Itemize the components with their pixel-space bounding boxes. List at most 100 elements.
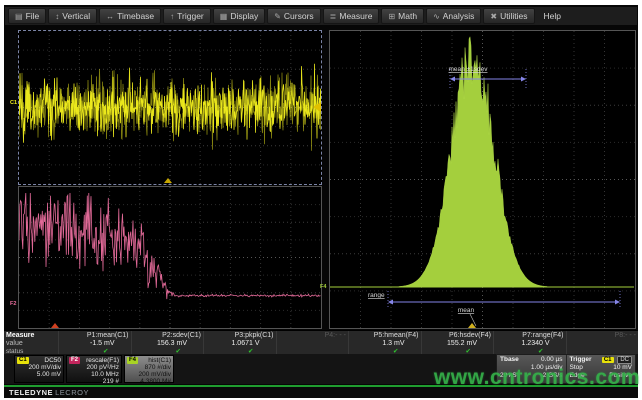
annotation-sdev-label: mean ±1sdev xyxy=(449,66,489,73)
menu-item-label: Trigger xyxy=(177,11,204,21)
grid-c1-waveform[interactable] xyxy=(18,30,322,185)
measure-column-p8[interactable]: P8:- - - xyxy=(566,331,639,355)
menu-item-measure[interactable]: ≣Measure xyxy=(323,8,380,24)
measure-header: P5:hmean(F4) xyxy=(351,332,419,340)
trigger-coupling-chip: DC xyxy=(617,356,632,364)
f4-channel-label: F4 xyxy=(320,284,326,290)
menu-item-label: Timebase xyxy=(117,11,154,21)
f2-psd-trace xyxy=(19,187,321,328)
annotation-mean-label: mean xyxy=(458,307,475,314)
descriptor-line: 200 pV²/Hz xyxy=(69,364,119,371)
menu-item-label: Measure xyxy=(339,11,372,21)
menu-item-cursors[interactable]: ✎Cursors xyxy=(267,8,320,24)
measure-column-p4[interactable]: P4:- - - xyxy=(276,331,349,355)
analysis-icon: ∿ xyxy=(433,12,440,21)
grid-f4-histogram[interactable]: mean ±1sdev range mean xyxy=(329,30,636,329)
file-icon: ▤ xyxy=(15,12,23,21)
cursors-icon: ✎ xyxy=(274,12,281,21)
measure-value: 156.3 mV xyxy=(134,340,202,348)
menu-bar: ▤File↕Vertical↔Timebase↑Trigger▦Display✎… xyxy=(5,7,637,25)
measure-value: 1.3 mV xyxy=(351,340,419,348)
measure-column-p3[interactable]: P3:pkpk(C1)1.0671 V✔ xyxy=(203,331,276,355)
measure-header: P2:sdev(C1) xyxy=(134,332,202,340)
descriptor-tag: F4 xyxy=(127,357,138,364)
menu-item-trigger[interactable]: ↑Trigger xyxy=(163,8,211,24)
descriptor-tag: C1 xyxy=(17,357,29,364)
trigger-source-chip: C1 xyxy=(602,357,614,363)
trigger-icon: ↑ xyxy=(170,12,174,21)
brand-lecroy: LECROY xyxy=(55,388,89,397)
measure-header: P4:- - - xyxy=(279,332,347,340)
measure-value: -1.5 mV xyxy=(61,340,129,348)
measure-header: P3:pkpk(C1) xyxy=(206,332,274,340)
measure-value xyxy=(279,340,347,348)
descriptor-title: DC50 xyxy=(44,357,61,364)
f4-histogram-trace: mean ±1sdev range mean xyxy=(330,31,635,328)
descriptor-title: hist(C1) xyxy=(148,357,171,364)
measure-header: P1:mean(C1) xyxy=(61,332,129,340)
menu-item-display[interactable]: ▦Display xyxy=(213,8,265,24)
measure-table: MeasurevaluestatusP1:mean(C1)-1.5 mV✔P2:… xyxy=(4,330,638,355)
trigger-label: Trigger xyxy=(570,356,592,364)
f2-position-marker[interactable] xyxy=(51,323,59,328)
menu-item-analysis[interactable]: ∿Analysis xyxy=(426,8,481,24)
measure-value: 1.0671 V xyxy=(206,340,274,348)
descriptor-f2[interactable]: F2 rescale(F1)200 pV²/Hz10.0 MHz219 # xyxy=(66,355,122,383)
menu-item-timebase[interactable]: ↔Timebase xyxy=(99,8,161,24)
menu-item-label: File xyxy=(26,11,40,21)
measure-value xyxy=(569,340,637,348)
menu-item-math[interactable]: ⊞Math xyxy=(381,8,424,24)
math-icon: ⊞ xyxy=(388,12,395,21)
menu-item-vertical[interactable]: ↕Vertical xyxy=(48,8,97,24)
measure-value: 155.2 mV xyxy=(424,340,492,348)
menu-item-help[interactable]: Help xyxy=(537,8,568,24)
descriptor-c1[interactable]: C1 DC50200 mV/div5.00 mV xyxy=(14,355,64,383)
descriptor-line: 870 #/div xyxy=(127,364,171,371)
menu-item-label: Display xyxy=(230,11,258,21)
menu-item-label: Math xyxy=(398,11,417,21)
histogram-mean-marker[interactable] xyxy=(468,323,476,328)
measure-row-labels: Measurevaluestatus xyxy=(4,331,58,355)
annotation-range-label: range xyxy=(368,292,385,299)
brand-teledyne: TELEDYNE xyxy=(9,388,53,397)
display-icon: ▦ xyxy=(220,12,228,21)
menu-item-label: Vertical xyxy=(62,11,90,21)
vertical-icon: ↕ xyxy=(55,12,59,21)
descriptor-line: 200 mV/div xyxy=(17,364,61,371)
descriptor-tag: F2 xyxy=(69,357,80,364)
measure-icon: ≣ xyxy=(330,12,337,21)
measure-column-p1[interactable]: P1:mean(C1)-1.5 mV✔ xyxy=(58,331,131,355)
watermark: www.cntronics.com xyxy=(434,366,640,390)
utilities-icon: ✖ xyxy=(490,12,497,21)
measure-column-p6[interactable]: P6:hsdev(F4)155.2 mV✔ xyxy=(421,331,494,355)
descriptor-line: 200 mV/div xyxy=(127,371,171,378)
measure-column-p2[interactable]: P2:sdev(C1)156.3 mV✔ xyxy=(131,331,204,355)
timebase-icon: ↔ xyxy=(106,12,114,21)
timebase-value: 0.00 µs xyxy=(541,356,562,364)
measure-header: P7:range(F4) xyxy=(496,332,564,340)
measure-column-p7[interactable]: P7:range(F4)1.2340 V✔ xyxy=(493,331,566,355)
measure-header: P6:hsdev(F4) xyxy=(424,332,492,340)
descriptor-line: 10.0 MHz xyxy=(69,371,119,378)
c1-channel-label: C1 xyxy=(10,100,17,106)
descriptor-title: rescale(F1) xyxy=(86,357,119,364)
grid-f2-spectrum[interactable] xyxy=(18,186,322,329)
c1-noise-trace xyxy=(19,31,321,184)
descriptor-line: 5.00 mV xyxy=(17,371,61,378)
descriptor-line: 4.3800 M# xyxy=(127,378,171,385)
timebase-label: Tbase xyxy=(500,356,519,364)
menu-item-label: Analysis xyxy=(443,11,475,21)
measure-title: Measure xyxy=(6,332,56,340)
menu-item-label: Cursors xyxy=(284,11,314,21)
f2-channel-label: F2 xyxy=(10,301,16,307)
descriptor-f4[interactable]: F4 hist(C1)870 #/div200 mV/div4.3800 M# xyxy=(124,355,174,383)
measure-column-p5[interactable]: P5:hmean(F4)1.3 mV✔ xyxy=(348,331,421,355)
menu-item-file[interactable]: ▤File xyxy=(8,8,46,24)
measure-header: P8:- - - xyxy=(569,332,637,340)
trigger-position-marker[interactable] xyxy=(164,178,172,183)
menu-item-label: Help xyxy=(544,11,561,21)
oscilloscope-screen: ▤File↕Vertical↔Timebase↑Trigger▦Display✎… xyxy=(4,5,638,398)
menu-item-utilities[interactable]: ✖Utilities xyxy=(483,8,534,24)
descriptor-line: 219 # xyxy=(69,378,119,385)
measure-value-label: value xyxy=(6,340,56,348)
